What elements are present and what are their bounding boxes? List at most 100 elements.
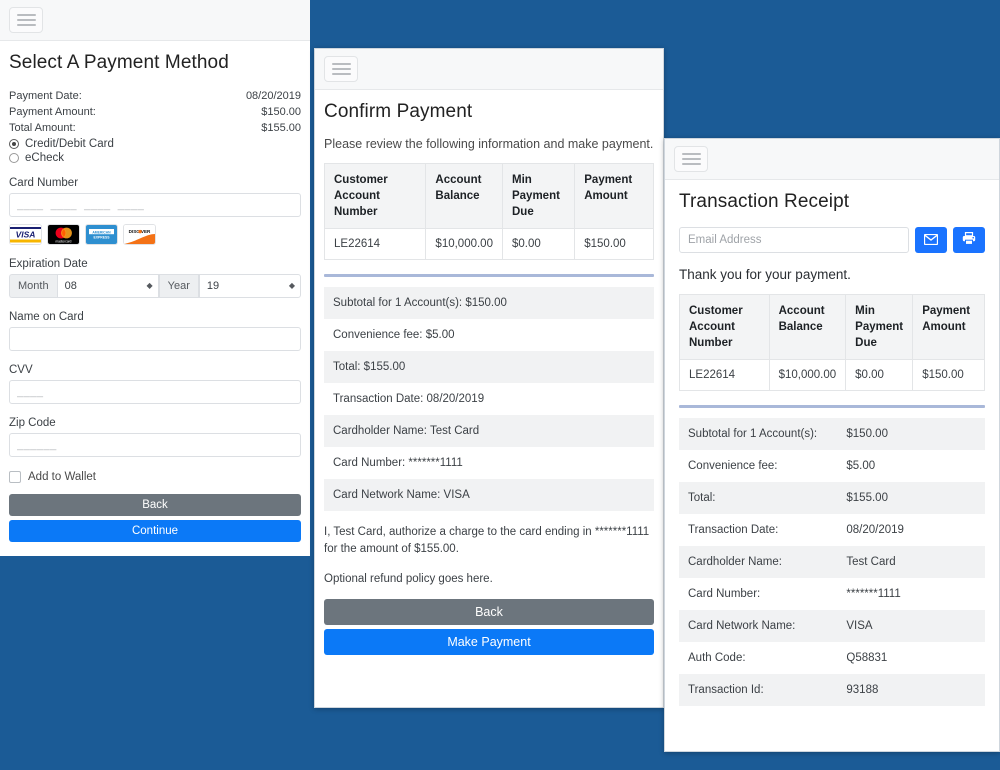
summary-row: Payment Amount: $150.00 <box>9 104 301 120</box>
account-table: Customer Account Number Account Balance … <box>323 163 654 260</box>
list-item: Transaction Date: 08/20/2019 <box>324 383 654 415</box>
checkbox-icon[interactable] <box>9 471 21 483</box>
expiration-month-select[interactable]: 08 <box>56 274 159 298</box>
list-item: Cardholder Name: Test Card <box>324 415 654 447</box>
detail-value: $155.00 <box>846 492 888 504</box>
mastercard-icon: mastercard <box>47 224 80 245</box>
refund-policy-text: Optional refund policy goes here. <box>324 573 493 585</box>
column-header-account-balance: Account Balance <box>768 294 847 360</box>
card-number-input[interactable] <box>9 193 301 217</box>
list-item: Card Network Name: VISA <box>324 479 654 511</box>
send-email-button[interactable] <box>915 227 947 253</box>
svg-text:mastercard: mastercard <box>56 239 72 243</box>
name-on-card-input[interactable] <box>9 327 301 351</box>
detail-label: Convenience fee: <box>688 460 778 472</box>
print-receipt-button[interactable] <box>953 227 985 253</box>
continue-button[interactable]: Continue <box>9 520 301 542</box>
panel3-navbar <box>665 139 999 180</box>
svg-text:AMERICAN: AMERICAN <box>92 230 111 234</box>
detail-value: 93188 <box>846 684 879 696</box>
table-header-row: Customer Account Number Account Balance … <box>679 294 985 360</box>
hamburger-menu-icon[interactable] <box>674 146 708 172</box>
list-item: Card Network Name: VISA <box>679 610 985 642</box>
radio-icon <box>9 153 19 163</box>
list-item: Cardholder Name: Test Card <box>679 546 985 578</box>
summary-value: 08/20/2019 <box>245 90 301 102</box>
list-item: Card Number: *******1111 <box>324 447 654 479</box>
panel1-navbar <box>0 0 310 41</box>
radio-echeck[interactable]: eCheck <box>9 152 301 164</box>
detail-label: Total: <box>688 492 716 504</box>
summary-row: Payment Date: 08/20/2019 <box>9 88 301 104</box>
panel2-navbar <box>315 49 663 90</box>
cell-customer-account-number: LE22614 <box>679 359 770 391</box>
section-divider <box>679 405 985 408</box>
email-address-input[interactable] <box>679 227 909 253</box>
summary-label: Payment Date: <box>9 90 82 102</box>
card-number-label: Card Number <box>9 177 79 189</box>
cell-account-balance: $10,000.00 <box>425 228 503 260</box>
month-addon-label: Month <box>9 274 57 298</box>
expiration-year-wrap: 19 ◆ <box>198 274 301 298</box>
cell-payment-amount: $150.00 <box>574 228 654 260</box>
detail-label: Card Network Name: <box>688 620 796 632</box>
column-header-min-payment-due: Min Payment Due <box>845 294 914 360</box>
list-item: Subtotal for 1 Account(s): $150.00 <box>324 287 654 319</box>
hamburger-menu-icon[interactable] <box>9 7 43 33</box>
summary-label: Payment Amount: <box>9 106 96 118</box>
list-item: Total: $155.00 <box>679 482 985 514</box>
column-header-customer-account-number: Customer Account Number <box>679 294 770 360</box>
detail-label: Card Number: <box>688 588 761 600</box>
back-button[interactable]: Back <box>9 494 301 516</box>
back-button[interactable]: Back <box>324 599 654 625</box>
section-divider <box>324 274 654 277</box>
detail-label: Transaction Date: <box>688 524 779 536</box>
radio-credit-debit-card[interactable]: Credit/Debit Card <box>9 138 301 150</box>
column-header-min-payment-due: Min Payment Due <box>501 163 576 229</box>
cvv-input[interactable] <box>9 380 301 404</box>
printer-icon <box>962 232 976 248</box>
detail-value: Test Card <box>846 556 896 568</box>
cell-min-payment-due: $0.00 <box>501 228 576 260</box>
list-item: Subtotal for 1 Account(s): $150.00 <box>679 418 985 450</box>
table-header-row: Customer Account Number Account Balance … <box>323 163 654 229</box>
hamburger-menu-icon[interactable] <box>324 56 358 82</box>
accepted-card-brands: VISA mastercard AMERICAN EXPRESS DISC VE… <box>9 224 301 245</box>
confirm-details-list: Subtotal for 1 Account(s): $150.00 Conve… <box>324 287 654 511</box>
email-receipt-row <box>679 227 985 253</box>
detail-value: VISA <box>846 620 873 632</box>
summary-value: $150.00 <box>261 106 301 118</box>
confirm-payment-panel: Confirm Payment Please review the follow… <box>314 48 664 708</box>
list-item: Total: $155.00 <box>324 351 654 383</box>
make-payment-button[interactable]: Make Payment <box>324 629 654 655</box>
column-header-payment-amount: Payment Amount <box>574 163 654 229</box>
transaction-receipt-panel: Transaction Receipt Email Address Thank … <box>664 138 1000 752</box>
receipt-details-list: Subtotal for 1 Account(s): $150.00 Conve… <box>679 418 985 706</box>
page-title: Confirm Payment <box>324 101 473 122</box>
expiration-date-group: Month 08 ◆ Year 19 ◆ <box>9 274 301 298</box>
svg-text:VISA: VISA <box>16 230 36 240</box>
zip-code-input[interactable] <box>9 433 301 457</box>
envelope-icon <box>923 233 939 248</box>
expiration-date-label: Expiration Date <box>9 258 88 270</box>
page-title: Select A Payment Method <box>9 52 229 73</box>
detail-value: $5.00 <box>846 460 876 472</box>
radio-label: eCheck <box>25 152 64 164</box>
panel2-button-stack: Back Make Payment <box>324 599 654 655</box>
detail-value: 08/20/2019 <box>846 524 904 536</box>
add-to-wallet-label: Add to Wallet <box>28 471 96 483</box>
expiration-year-select[interactable]: 19 <box>198 274 301 298</box>
confirm-lead-text: Please review the following information … <box>324 137 654 151</box>
detail-value: $150.00 <box>846 428 888 440</box>
add-to-wallet-row[interactable]: Add to Wallet <box>9 471 301 483</box>
payment-method-panel: Select A Payment Method Payment Date: 08… <box>0 0 310 556</box>
visa-icon: VISA <box>9 224 42 245</box>
thank-you-message: Thank you for your payment. <box>679 267 851 282</box>
column-header-payment-amount: Payment Amount <box>912 294 985 360</box>
table-row: LE22614 $10,000.00 $0.00 $150.00 <box>323 228 654 260</box>
column-header-account-balance: Account Balance <box>425 163 503 229</box>
radio-label: Credit/Debit Card <box>25 138 114 150</box>
detail-value: *******1111 <box>846 588 901 600</box>
year-addon-label: Year <box>158 274 199 298</box>
name-on-card-label: Name on Card <box>9 311 84 323</box>
